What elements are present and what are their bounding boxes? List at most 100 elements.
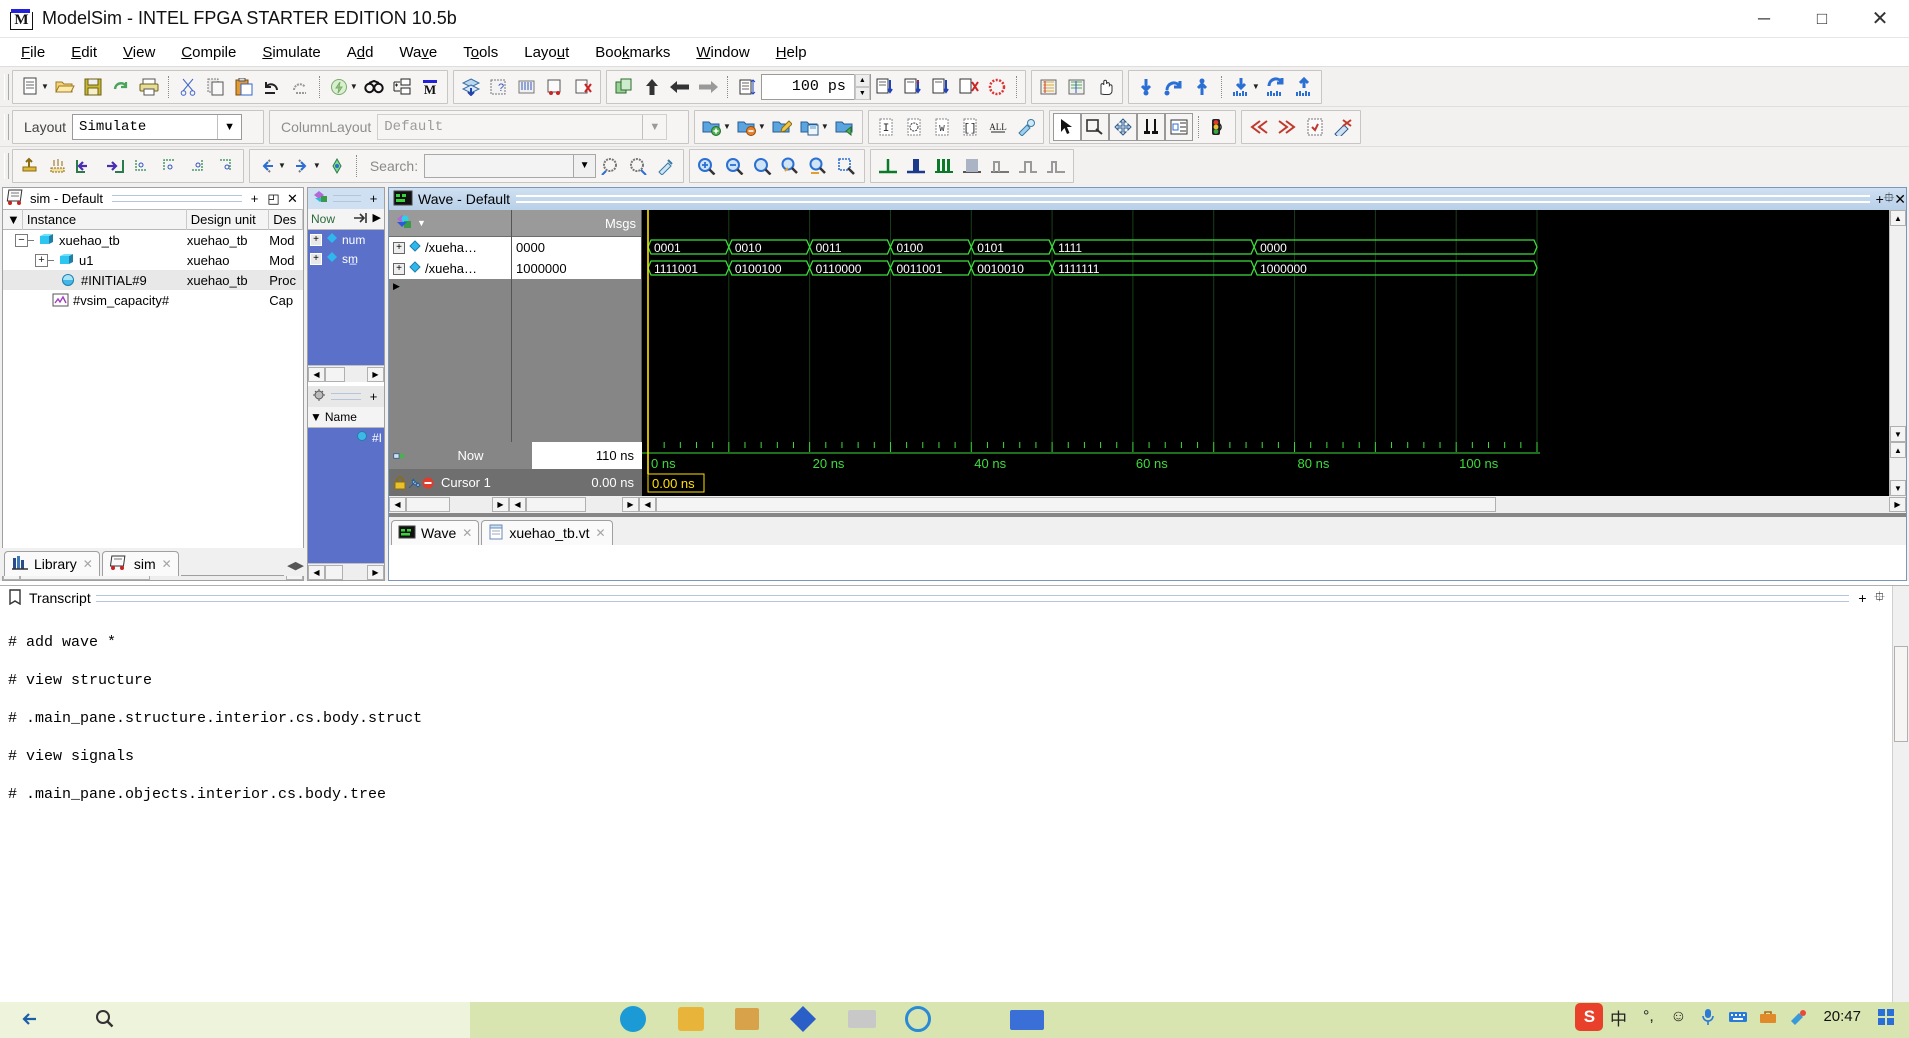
insert-cursor-icon[interactable] <box>16 152 44 180</box>
step-out-icon[interactable] <box>955 73 983 101</box>
find-transition-3-icon[interactable] <box>184 152 212 180</box>
scroll-track[interactable] <box>325 366 367 382</box>
processes-filter-icon[interactable]: ▼ <box>308 410 322 424</box>
find-transition-1-icon[interactable] <box>128 152 156 180</box>
search-highlight-icon[interactable] <box>652 152 680 180</box>
run-length-icon[interactable] <box>733 73 761 101</box>
scroll-left-icon[interactable]: ◀ <box>509 497 526 512</box>
run-icon[interactable] <box>638 73 666 101</box>
search-taskbar-icon[interactable] <box>95 1009 115 1029</box>
new-file-icon[interactable] <box>16 73 44 101</box>
compare-report-icon[interactable] <box>1301 113 1329 141</box>
transcript-vscrollbar[interactable] <box>1892 586 1909 1014</box>
find-icon[interactable] <box>360 73 388 101</box>
maximize-button[interactable]: □ <box>1793 0 1851 38</box>
menu-tools[interactable]: Tools <box>450 41 511 64</box>
scroll-track[interactable] <box>406 497 492 512</box>
columnlayout-value[interactable]: Default <box>378 119 642 135</box>
wave-config-dropdown-icon[interactable]: ▼ <box>417 218 426 228</box>
zoom-mode-icon[interactable] <box>1080 112 1109 141</box>
copy-icon[interactable] <box>202 73 230 101</box>
simulate-multi-icon[interactable] <box>513 73 541 101</box>
taskbar-app-1-icon[interactable] <box>620 1006 646 1032</box>
scroll-left-icon[interactable]: ◀ <box>389 497 406 512</box>
compare-prev-icon[interactable] <box>1245 113 1273 141</box>
taskbar-app-4-icon[interactable] <box>790 1006 816 1032</box>
menu-view[interactable]: View <box>110 41 168 64</box>
wave-signal-name-row[interactable]: + /xueha… <box>389 237 511 258</box>
remove-dataset-icon[interactable] <box>733 113 761 141</box>
radix-tool-icon[interactable] <box>1012 113 1040 141</box>
remove-cursor-icon[interactable] <box>421 476 435 490</box>
column-design-unit[interactable]: Design unit <box>187 209 270 230</box>
search-find-next-icon[interactable] <box>624 152 652 180</box>
zoom-out-icon[interactable] <box>721 152 749 180</box>
radix-all-icon[interactable]: ALL <box>984 113 1012 141</box>
signal-down-icon[interactable] <box>1227 73 1255 101</box>
tree-expander[interactable]: + <box>393 262 405 275</box>
scroll-down-icon[interactable]: ▼ <box>1890 480 1906 496</box>
find-transition-2-icon[interactable] <box>156 152 184 180</box>
reload-icon[interactable] <box>107 73 135 101</box>
tree-expander[interactable]: + <box>393 241 405 254</box>
next-transition-icon[interactable] <box>100 152 128 180</box>
simulate-layers-icon[interactable] <box>457 73 485 101</box>
edit-dataset-icon[interactable] <box>768 113 796 141</box>
menu-help[interactable]: Help <box>763 41 820 64</box>
cut-icon[interactable] <box>174 73 202 101</box>
radix-circle-icon[interactable] <box>900 113 928 141</box>
toolbox-icon[interactable] <box>1753 1002 1783 1032</box>
export-dataset-icon[interactable] <box>831 113 859 141</box>
tab-sim[interactable]: sim ✕ <box>101 551 179 576</box>
ime-icon[interactable]: 中 <box>1603 1002 1633 1032</box>
taskbar-app-5-icon[interactable] <box>848 1010 876 1028</box>
list-item[interactable]: + sm̲ <box>308 249 384 268</box>
format-logic-icon[interactable] <box>902 152 930 180</box>
add-dataset-icon[interactable] <box>698 113 726 141</box>
save-dataset-icon[interactable] <box>796 113 824 141</box>
scroll-track[interactable] <box>325 564 367 580</box>
run-all-icon[interactable] <box>694 73 722 101</box>
find-transition-4-icon[interactable] <box>212 152 240 180</box>
objects-hscrollbar[interactable]: ◀ ▶ <box>308 365 384 382</box>
menu-layout[interactable]: Layout <box>511 41 582 64</box>
scroll-down-icon[interactable]: ▼ <box>1890 426 1906 442</box>
column-instance[interactable]: Instance <box>23 209 187 230</box>
search-locate-icon[interactable] <box>323 152 351 180</box>
transcript-add-button[interactable]: + <box>1854 590 1871 607</box>
continue-run-icon[interactable] <box>666 73 694 101</box>
wave-pane-undock-button[interactable]: ⯐ <box>1884 187 1895 211</box>
scroll-up-icon[interactable]: ▲ <box>1890 442 1906 458</box>
tab-close-icon[interactable]: ✕ <box>462 526 472 540</box>
objects-expand-icon[interactable] <box>352 211 370 228</box>
tab-scroll-right-icon[interactable]: ▶ <box>296 559 304 572</box>
search-prev-icon[interactable] <box>253 152 281 180</box>
back-arrow-icon[interactable] <box>20 1008 42 1030</box>
timeline-area[interactable]: 0 ns 20 ns 40 ns 60 ns 80 ns 100 ns 0.00 ns <box>642 442 1889 496</box>
menu-simulate[interactable]: Simulate <box>249 41 333 64</box>
wave-signal-name-row[interactable]: + /xueha… <box>389 258 511 279</box>
bookmark-add-icon[interactable] <box>1132 73 1160 101</box>
search-box[interactable]: ▼ <box>424 153 597 178</box>
scroll-up-icon[interactable]: ▲ <box>1890 210 1906 226</box>
columnlayout-select[interactable]: Default ▼ <box>377 113 668 140</box>
lock-icon[interactable] <box>389 475 407 490</box>
paste-icon[interactable] <box>230 73 258 101</box>
table-row[interactable]: #INITIAL#9 xuehao_tb Proc <box>3 270 303 290</box>
emoji-icon[interactable]: ☺ <box>1663 1002 1693 1032</box>
tree-expander[interactable]: + <box>310 252 322 265</box>
tab-close-icon[interactable]: ✕ <box>162 557 172 571</box>
menu-edit[interactable]: Edit <box>58 41 110 64</box>
restart-icon[interactable] <box>610 73 638 101</box>
radix-brackets-icon[interactable]: [] <box>956 113 984 141</box>
sim-pane-undock-button[interactable]: ◰ <box>265 190 282 207</box>
signal-up-icon[interactable] <box>1290 73 1318 101</box>
zoom-range-icon[interactable] <box>805 152 833 180</box>
sim-pane-close-button[interactable]: ✕ <box>284 190 301 207</box>
menu-file[interactable]: File <box>8 41 58 64</box>
scroll-left-icon[interactable]: ◀ <box>308 366 325 382</box>
close-button[interactable]: ✕ <box>1851 0 1909 38</box>
scroll-right-icon[interactable]: ▶ <box>622 497 639 512</box>
format-event-icon[interactable] <box>958 152 986 180</box>
processes-pane-add-button[interactable]: + <box>365 388 382 405</box>
